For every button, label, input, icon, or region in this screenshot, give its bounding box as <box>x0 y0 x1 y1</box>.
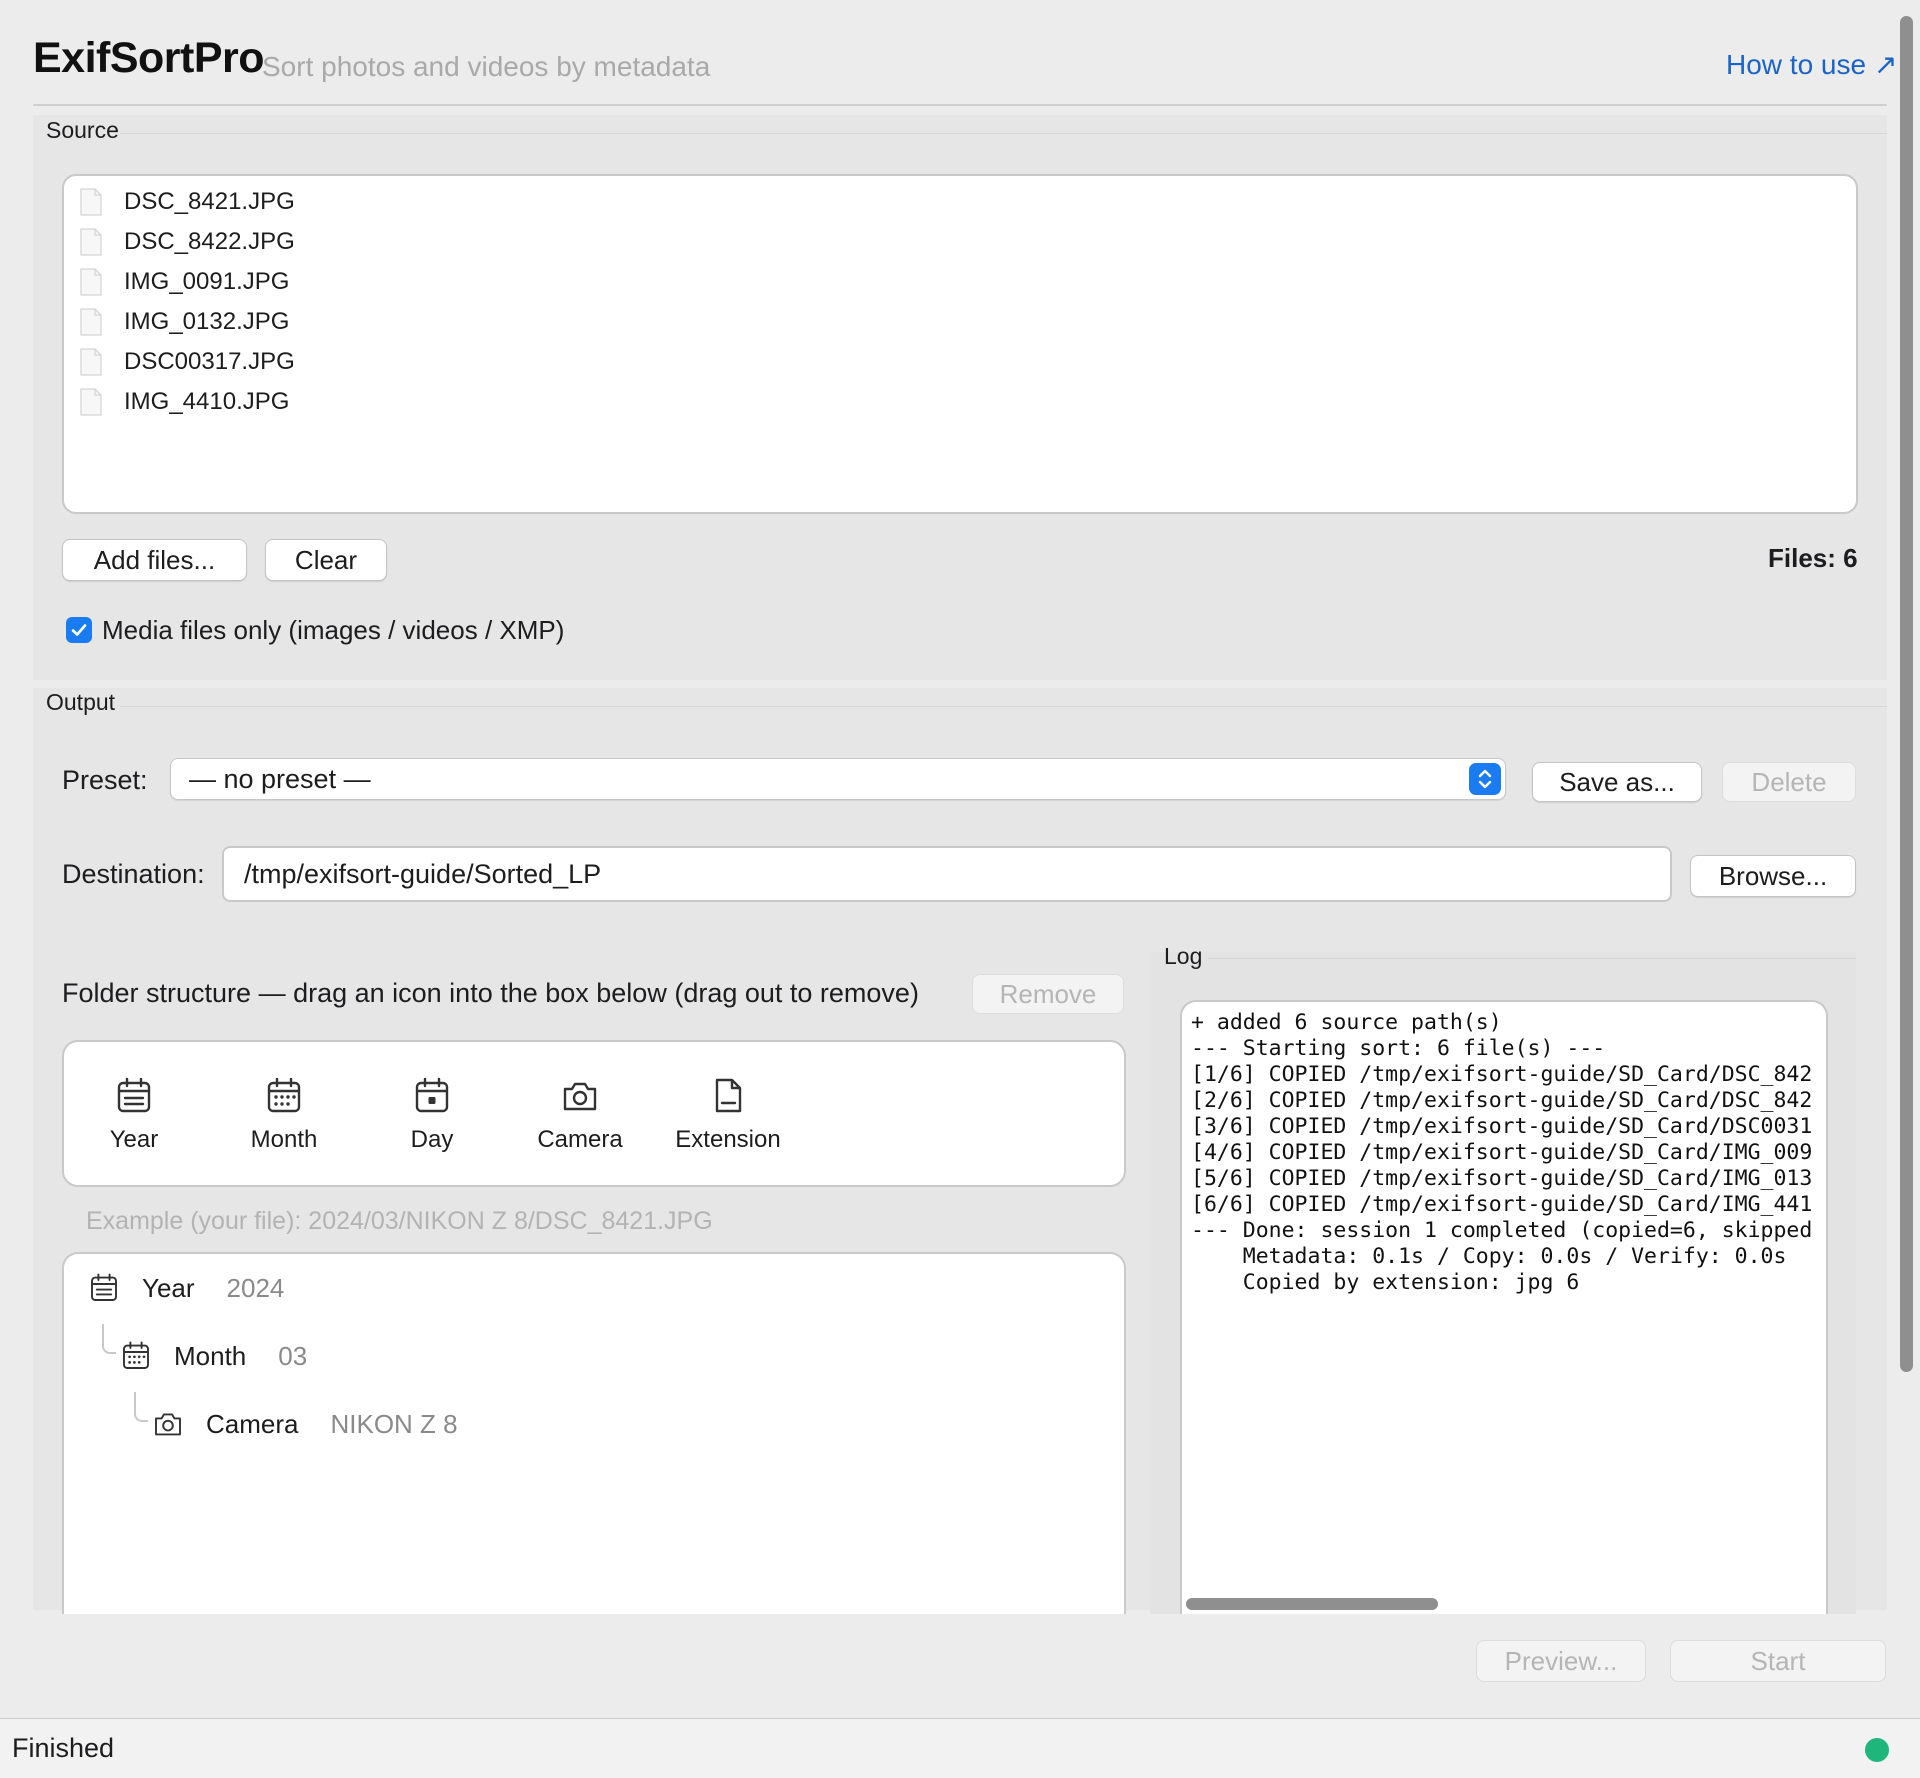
log-line: [3/6] COPIED /tmp/exifsort-guide/SD_Card… <box>1191 1114 1813 1139</box>
status-indicator <box>1865 1738 1889 1762</box>
folder-token-palette: Year Month Day Camera Extension <box>62 1040 1126 1187</box>
file-icon <box>80 228 102 256</box>
log-line: --- Starting sort: 6 file(s) --- <box>1191 1036 1606 1061</box>
chevron-up-down-icon <box>1469 763 1501 795</box>
clear-button[interactable]: Clear <box>265 539 387 581</box>
palette-item-label: Day <box>410 1126 454 1153</box>
media-only-checkbox[interactable] <box>66 617 92 643</box>
header-divider <box>33 104 1887 106</box>
preview-button[interactable]: Preview... <box>1476 1640 1646 1682</box>
list-item[interactable]: DSC_8422.JPG <box>80 222 1856 262</box>
app-title: ExifSortPro <box>33 34 265 82</box>
output-section-rule <box>120 706 1887 707</box>
palette-item-label: Month <box>250 1126 318 1153</box>
preset-select[interactable]: — no preset — <box>170 758 1506 800</box>
tree-node-camera[interactable]: Camera NIKON Z 8 <box>152 1408 458 1440</box>
log-line: [6/6] COPIED /tmp/exifsort-guide/SD_Card… <box>1191 1192 1813 1217</box>
file-icon <box>80 348 102 376</box>
tree-node-value: 03 <box>278 1340 308 1371</box>
log-line: [2/6] COPIED /tmp/exifsort-guide/SD_Card… <box>1191 1088 1813 1113</box>
file-name: IMG_4410.JPG <box>124 388 290 415</box>
file-icon <box>80 308 102 336</box>
calendar-grid-icon <box>267 1077 301 1113</box>
destination-field[interactable]: /tmp/exifsort-guide/Sorted_LP <box>222 846 1672 902</box>
palette-item-camera[interactable]: Camera <box>510 1076 650 1154</box>
palette-item-day[interactable]: Day <box>362 1076 502 1154</box>
palette-item-label: Camera <box>537 1126 623 1153</box>
example-path: Example (your file): 2024/03/NIKON Z 8/D… <box>86 1207 713 1235</box>
output-section-label: Output <box>46 689 116 715</box>
list-item[interactable]: IMG_0132.JPG <box>80 302 1856 342</box>
preset-value: — no preset — <box>189 763 371 794</box>
app-subtitle: Sort photos and videos by metadata <box>262 51 711 82</box>
tree-node-year[interactable]: Year 2024 <box>88 1272 284 1304</box>
calendar-day-icon <box>415 1077 449 1113</box>
log-label: Log <box>1164 943 1203 969</box>
tree-connector <box>102 1324 116 1354</box>
status-bar <box>0 1718 1920 1778</box>
palette-item-extension[interactable]: Extension <box>658 1076 798 1154</box>
tree-node-value: NIKON Z 8 <box>330 1408 458 1439</box>
file-name: IMG_0091.JPG <box>124 268 290 295</box>
status-text: Finished <box>12 1733 115 1763</box>
document-icon <box>715 1078 742 1113</box>
list-item[interactable]: DSC_8421.JPG <box>80 182 1856 222</box>
log-line: --- Done: session 1 completed (copied=6,… <box>1191 1218 1813 1243</box>
file-name: DSC_8422.JPG <box>124 228 295 255</box>
preset-label: Preset: <box>62 765 148 795</box>
log-line: + added 6 source path(s) <box>1191 1010 1502 1035</box>
tree-node-value: 2024 <box>226 1272 285 1303</box>
files-count: Files: 6 <box>1768 543 1858 573</box>
log-horizontal-scrollbar[interactable] <box>1186 1598 1438 1610</box>
palette-item-label: Year <box>109 1126 159 1153</box>
file-icon <box>80 268 102 296</box>
list-item[interactable]: DSC00317.JPG <box>80 342 1856 382</box>
calendar-grid-icon <box>123 1341 149 1369</box>
file-name: IMG_0132.JPG <box>124 308 290 335</box>
tree-node-name: Year <box>142 1272 195 1303</box>
file-icon <box>80 188 102 216</box>
file-icon <box>80 388 102 416</box>
log-line: [4/6] COPIED /tmp/exifsort-guide/SD_Card… <box>1191 1140 1813 1165</box>
file-name: DSC_8421.JPG <box>124 188 295 215</box>
log-output[interactable]: + added 6 source path(s) --- Starting so… <box>1180 1000 1828 1614</box>
calendar-icon <box>91 1273 117 1301</box>
palette-item-label: Extension <box>675 1126 781 1153</box>
start-button[interactable]: Start <box>1670 1640 1886 1682</box>
delete-preset-button[interactable]: Delete <box>1722 762 1856 802</box>
calendar-icon <box>117 1077 151 1113</box>
checkmark-icon <box>71 624 87 636</box>
log-line: Copied by extension: jpg 6 <box>1191 1270 1580 1295</box>
list-item[interactable]: IMG_4410.JPG <box>80 382 1856 422</box>
log-line: [5/6] COPIED /tmp/exifsort-guide/SD_Card… <box>1191 1166 1813 1191</box>
destination-label: Destination: <box>62 859 205 889</box>
file-name: DSC00317.JPG <box>124 348 295 375</box>
source-section-rule <box>120 133 1887 134</box>
remove-button[interactable]: Remove <box>972 974 1124 1014</box>
log-line: [1/6] COPIED /tmp/exifsort-guide/SD_Card… <box>1191 1062 1813 1087</box>
folder-structure-label: Folder structure — drag an icon into the… <box>62 978 919 1008</box>
add-files-button[interactable]: Add files... <box>62 539 247 581</box>
palette-item-year[interactable]: Year <box>64 1076 204 1154</box>
camera-icon <box>155 1413 181 1436</box>
window-vertical-scrollbar[interactable] <box>1900 16 1913 1372</box>
tree-node-month[interactable]: Month 03 <box>120 1340 307 1372</box>
media-only-label[interactable]: Media files only (images / videos / XMP) <box>102 615 564 646</box>
folder-structure-drop-zone[interactable]: Year 2024 Month 03 Camera NIKON Z 8 <box>62 1252 1126 1614</box>
source-file-list[interactable]: DSC_8421.JPG DSC_8422.JPG IMG_0091.JPG I… <box>62 174 1858 514</box>
log-section-rule <box>1208 958 1856 959</box>
save-as-button[interactable]: Save as... <box>1532 762 1702 802</box>
list-item[interactable]: IMG_0091.JPG <box>80 262 1856 302</box>
tree-node-name: Month <box>174 1340 247 1371</box>
tree-connector <box>134 1392 148 1422</box>
source-section-label: Source <box>46 117 119 143</box>
browse-button[interactable]: Browse... <box>1690 855 1856 897</box>
how-to-use-link[interactable]: How to use ↗ <box>1726 48 1897 81</box>
tree-node-name: Camera <box>206 1408 299 1439</box>
log-line: Metadata: 0.1s / Copy: 0.0s / Verify: 0.… <box>1191 1244 1787 1269</box>
palette-item-month[interactable]: Month <box>214 1076 354 1154</box>
camera-icon <box>563 1082 597 1111</box>
